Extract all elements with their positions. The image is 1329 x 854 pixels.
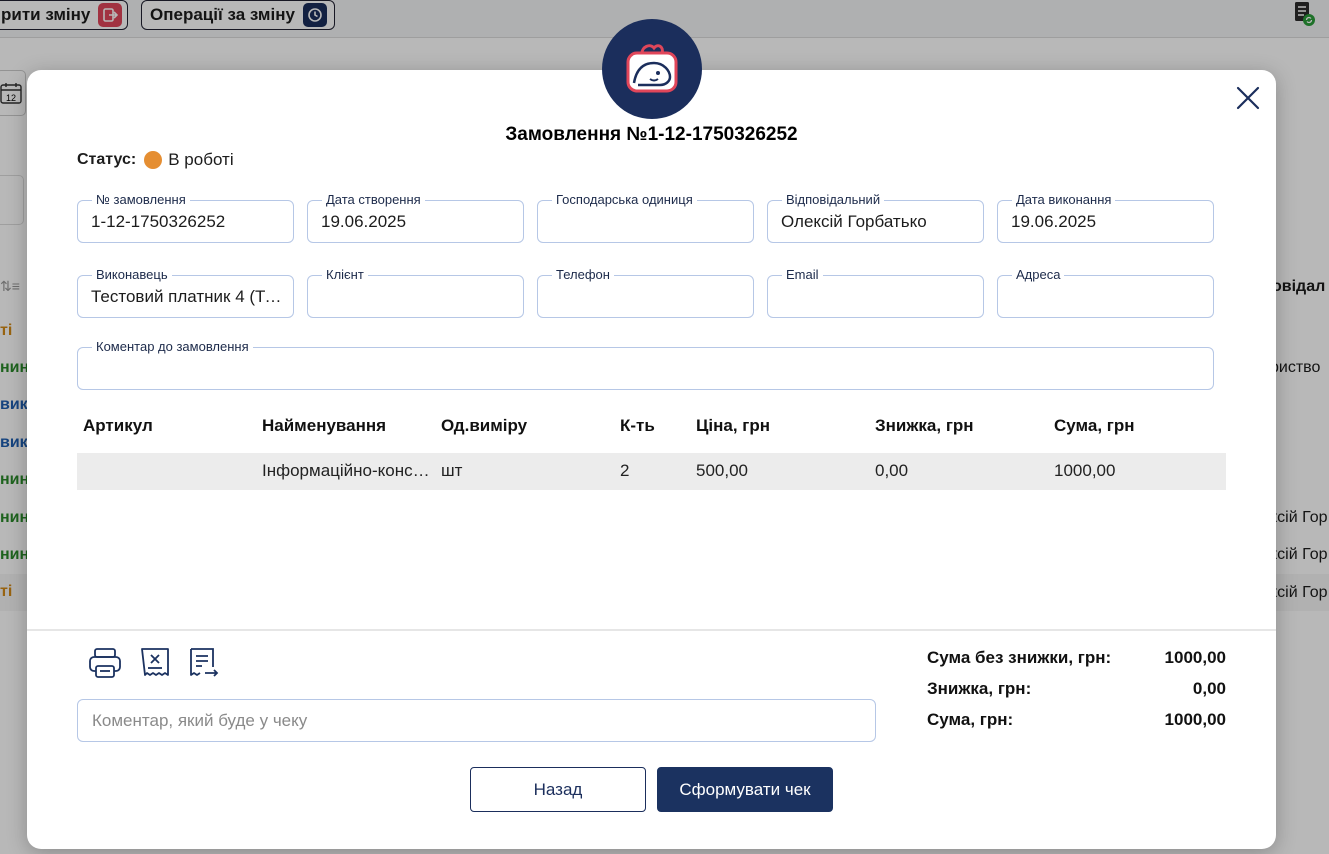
cell-discount: 0,00 (875, 461, 909, 480)
order-number-value: 1-12-1750326252 (91, 212, 226, 231)
address-field[interactable]: Адреса (997, 267, 1214, 318)
created-date-label: Дата створення (322, 192, 425, 208)
total-label: Сума, грн: (927, 710, 1014, 729)
business-unit-field[interactable]: Господарська одиниця (537, 192, 754, 243)
phone-label: Телефон (552, 267, 614, 283)
generate-receipt-button[interactable]: Сформувати чек (657, 767, 833, 812)
back-button[interactable]: Назад (470, 767, 646, 812)
responsible-field[interactable]: Відповідальний Олексій Горбатько (767, 192, 984, 243)
whale-logo (602, 19, 702, 119)
printer-icon[interactable] (87, 645, 123, 681)
column-header-price: Ціна, грн (696, 416, 771, 435)
discount-label: Знижка, грн: (927, 679, 1032, 698)
executor-field[interactable]: Виконавець Тестовий платник 4 (Тестовий) (77, 267, 294, 318)
order-title: Замовлення №1-12-1750326252 (505, 124, 798, 145)
cell-price: 500,00 (696, 461, 748, 480)
business-unit-label: Господарська одиниця (552, 192, 697, 208)
column-header-sum: Сума, грн (1054, 416, 1135, 435)
status-value: В роботі (168, 150, 234, 169)
order-comment-field[interactable]: Коментар до замовлення (77, 339, 1214, 390)
column-header-quantity: К-ть (620, 416, 655, 435)
close-icon[interactable] (1232, 82, 1264, 114)
order-number-label: № замовлення (92, 192, 190, 208)
cell-unit: шт (441, 461, 463, 480)
completion-date-field[interactable]: Дата виконання 19.06.2025 (997, 192, 1214, 243)
cell-sum: 1000,00 (1054, 461, 1116, 480)
address-label: Адреса (1012, 267, 1065, 283)
status-label: Статус: (77, 151, 137, 168)
created-date-field[interactable]: Дата створення 19.06.2025 (307, 192, 524, 243)
subtotal-value: 1000,00 (1164, 648, 1226, 667)
cell-name: Інформаційно-консультаційні послуги (262, 461, 432, 480)
column-header-name: Найменування (262, 416, 387, 435)
discount-value: 0,00 (1192, 679, 1226, 698)
cancel-receipt-icon[interactable] (137, 645, 173, 681)
responsible-label: Відповідальний (782, 192, 885, 208)
column-header-sku: Артикул (83, 416, 153, 435)
return-receipt-icon[interactable] (185, 645, 221, 681)
executor-value: Тестовий платник 4 (Тестовий) (91, 287, 287, 306)
email-field[interactable]: Email (767, 267, 984, 318)
completion-date-label: Дата виконання (1012, 192, 1116, 208)
created-date-value: 19.06.2025 (321, 212, 407, 231)
completion-date-value: 19.06.2025 (1011, 212, 1097, 231)
phone-field[interactable]: Телефон (537, 267, 754, 318)
executor-label: Виконавець (92, 267, 172, 283)
cell-quantity: 2 (620, 461, 630, 480)
order-comment-label: Коментар до замовлення (92, 339, 253, 355)
responsible-value: Олексій Горбатько (781, 212, 927, 231)
order-status: Статус: В роботі (77, 150, 234, 170)
order-number-field[interactable]: № замовлення 1-12-1750326252 (77, 192, 294, 243)
email-label: Email (782, 267, 823, 283)
column-header-unit: Од.виміру (441, 416, 528, 435)
column-header-discount: Знижка, грн (875, 416, 974, 435)
footer-divider (27, 629, 1276, 631)
client-label: Клієнт (322, 267, 368, 283)
client-field[interactable]: Клієнт (307, 267, 524, 318)
receipt-comment-input[interactable] (77, 699, 876, 742)
total-value: 1000,00 (1164, 710, 1226, 729)
subtotal-label: Сума без знижки, грн: (927, 648, 1112, 667)
status-dot-icon (144, 151, 163, 169)
